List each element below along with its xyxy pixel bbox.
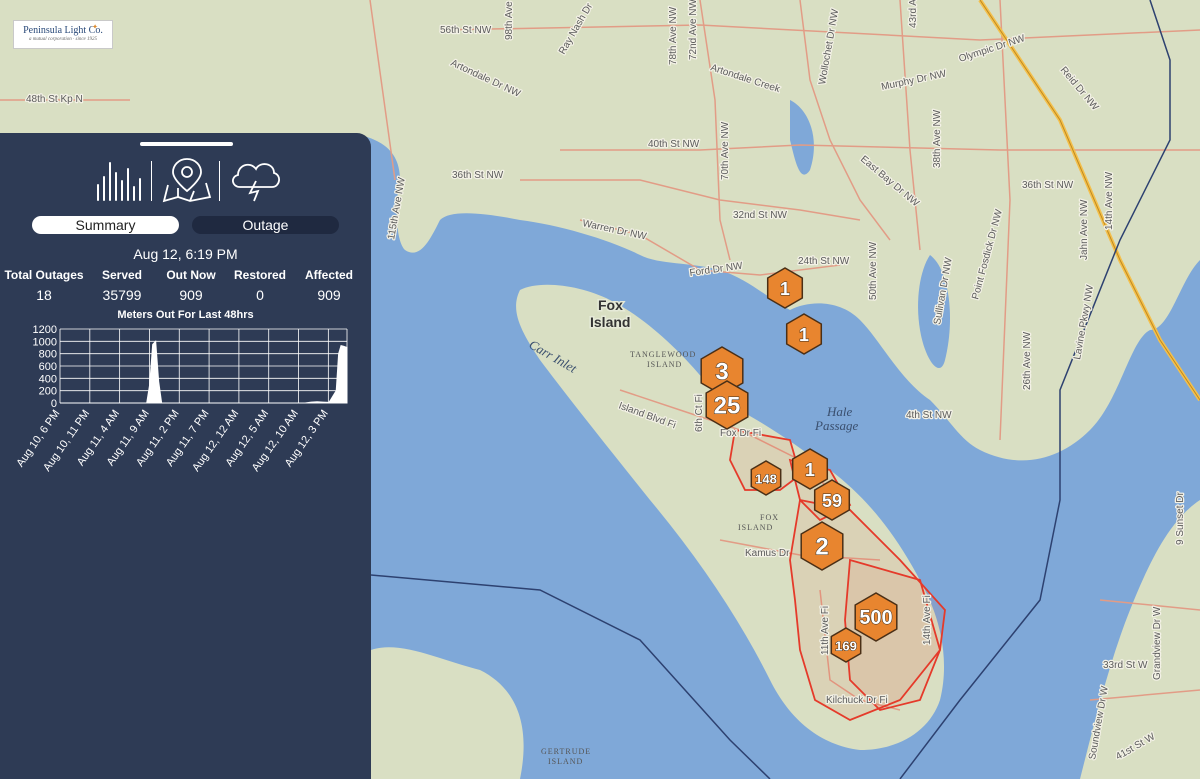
stat-total-outages: Total Outages 18 [4,268,84,303]
road-38th: 38th Ave NW [932,109,943,168]
road-14th-ave: 14th Ave Fi [922,595,933,645]
road-36th-east: 36th St NW [1022,180,1074,191]
road-grandview: Grandview Dr W [1152,606,1163,680]
y-tick-label: 600 [39,361,57,373]
road-26th-ave: 26th Ave NW [1022,331,1033,390]
stat-value: 35799 [102,287,142,303]
y-tick-label: 1000 [33,336,57,348]
road-78th: 78th Ave NW [668,6,679,65]
road-40th: 40th St NW [648,139,700,150]
road-24th: 24th St NW [798,256,850,267]
road-sunset: 9 Sunset Dr [1175,492,1186,545]
road-11th-ave: 11th Ave Fi [820,606,831,655]
cluster-count: 1 [780,279,790,299]
road-72nd: 72nd Ave NW [688,0,699,60]
tab-outage[interactable]: Outage [192,216,339,234]
cluster-count: 59 [822,491,842,511]
label-tanglewood: TANGLEWOOD [630,350,696,359]
road-kilchuck: Kilchuck Dr Fi [826,695,888,706]
storm-cloud-icon[interactable] [228,155,283,205]
road-48th: 48th St Kp N [26,94,83,105]
road-33rd-st-w: 33rd St W [1103,660,1148,671]
timestamp: Aug 12, 6:19 PM [133,246,238,262]
road-fox-dr: Fox Dr Fi [720,428,761,439]
cluster-count: 500 [859,607,892,629]
cluster-count: 2 [815,534,828,561]
label-tanglewood-island: ISLAND [647,360,682,369]
bar-chart-icon[interactable] [88,155,143,205]
y-tick-label: 1200 [33,324,57,336]
meters-out-chart: 120010008006004002000Aug 10, 6 PMAug 10,… [14,324,348,474]
stat-value: 909 [317,287,341,303]
cluster-count: 1 [799,325,809,345]
road-14th-ave-nw: 14th Ave NW [1104,171,1115,230]
label-fox-island-small: ISLAND [738,523,773,532]
label-fox-small: FOX [760,513,779,522]
road-98th: 98th Ave [504,1,515,40]
road-jahn: Jahn Ave NW [1079,199,1090,260]
stat-value: 909 [179,287,203,303]
stat-out-now: Out Now 909 [160,268,222,303]
label-island: Island [590,314,630,330]
peninsula-light-logo[interactable]: ✦ Peninsula Light Co. a mutual corporati… [13,20,113,49]
chart-title: Meters Out For Last 48hrs [117,309,254,321]
panel-drag-handle[interactable] [140,142,233,146]
icon-separator [219,161,220,201]
road-43rd: 43rd Av [908,0,919,28]
road-70th: 70th Ave NW [720,121,731,180]
road-4th-st: 4th St NW [906,410,952,421]
outage-cluster-marker[interactable]: 148 [750,460,782,496]
outage-cluster-marker[interactable]: 169 [830,627,862,663]
label-passage: Passage [814,418,859,433]
stat-value: 18 [36,287,52,303]
y-tick-label: 400 [39,373,57,385]
stat-served: Served 35799 [92,268,152,303]
label-hale: Hale [826,404,853,419]
stat-restored: Restored 0 [230,268,290,303]
logo-star-icon: ✦ [92,24,98,31]
road-32nd: 32nd St NW [733,210,787,221]
road-56th: 56th St NW [440,25,492,36]
label-gertrude-island: ISLAND [548,757,583,766]
stat-label: Served [101,268,143,282]
stat-affected: Affected 909 [300,268,358,303]
map-pin-icon[interactable] [160,155,215,205]
stat-value: 0 [256,287,264,303]
road-kamus: Kamus Dr [745,548,790,559]
road-6th-ct: 6th Ct Fi [694,394,705,432]
stat-label: Total Outages [4,268,84,282]
y-tick-label: 200 [39,386,57,398]
summary-panel: Summary Outage Aug 12, 6:19 PM Total Out… [0,133,371,779]
label-gertrude: GERTRUDE [541,747,591,756]
cluster-count: 25 [714,393,741,420]
y-tick-label: 800 [39,349,57,361]
road-36th: 36th St NW [452,170,504,181]
cluster-count: 169 [835,639,857,654]
road-50th: 50th Ave NW [868,241,879,300]
tab-summary[interactable]: Summary [32,216,179,234]
label-fox: Fox [598,297,623,313]
series-area [60,340,348,404]
logo-tagline: a mutual corporation · since 1925 [28,37,98,42]
panel-icon-bar [88,155,288,205]
cluster-count: 148 [755,472,777,487]
stat-label: Affected [304,268,353,282]
icon-separator [151,161,152,201]
stat-label: Restored [233,268,286,282]
stat-label: Out Now [166,268,216,282]
cluster-count: 1 [805,460,815,480]
